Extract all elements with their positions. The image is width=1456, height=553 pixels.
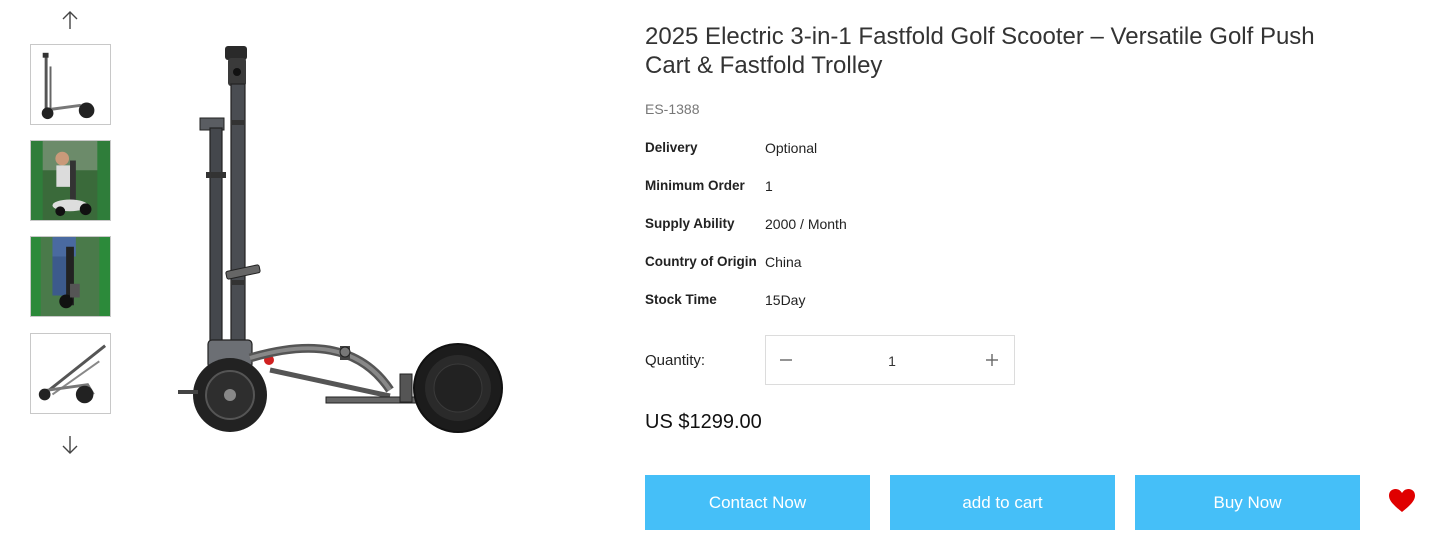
thumbnail-person-photo-2 — [31, 237, 110, 316]
spec-value: 15Day — [765, 292, 806, 308]
spec-value: Optional — [765, 140, 818, 156]
add-to-cart-button[interactable]: add to cart — [890, 475, 1115, 530]
gallery-up-button[interactable] — [56, 8, 84, 32]
spec-value: 2000 / Month — [765, 216, 847, 232]
quantity-increase-button[interactable] — [972, 336, 1012, 384]
minus-icon — [780, 359, 792, 361]
product-title: 2025 Electric 3-in-1 Fastfold Golf Scoot… — [645, 23, 1315, 79]
thumbnail-2[interactable] — [30, 140, 111, 221]
quantity-label: Quantity: — [645, 352, 706, 369]
arrow-down-icon — [62, 436, 78, 454]
spec-label: Minimum Order — [645, 178, 745, 193]
thumbnail-3[interactable] — [30, 236, 111, 317]
buy-now-button[interactable]: Buy Now — [1135, 475, 1360, 530]
thumbnail-1[interactable] — [30, 44, 111, 125]
main-product-image — [178, 46, 503, 433]
product-price: US $1299.00 — [645, 411, 762, 433]
quantity-input[interactable] — [826, 348, 958, 374]
thumbnail-scooter-folded-image — [38, 344, 107, 404]
spec-value: 1 — [765, 178, 773, 194]
gallery-down-button[interactable] — [56, 433, 84, 457]
spec-label: Stock Time — [645, 292, 717, 307]
spec-label: Country of Origin — [645, 254, 757, 269]
thumbnail-person-photo-1 — [31, 141, 110, 220]
thumbnail-4[interactable] — [30, 333, 111, 414]
heart-icon[interactable] — [1388, 488, 1416, 514]
spec-value: China — [765, 254, 802, 270]
spec-label: Supply Ability — [645, 216, 735, 231]
quantity-stepper — [765, 335, 1015, 385]
product-sku: ES-1388 — [645, 101, 700, 117]
plus-icon — [986, 354, 998, 366]
quantity-decrease-button[interactable] — [766, 336, 806, 384]
thumbnail-scooter-side-image — [41, 52, 95, 120]
spec-label: Delivery — [645, 140, 698, 155]
arrow-up-icon — [62, 11, 78, 29]
contact-now-button[interactable]: Contact Now — [645, 475, 870, 530]
